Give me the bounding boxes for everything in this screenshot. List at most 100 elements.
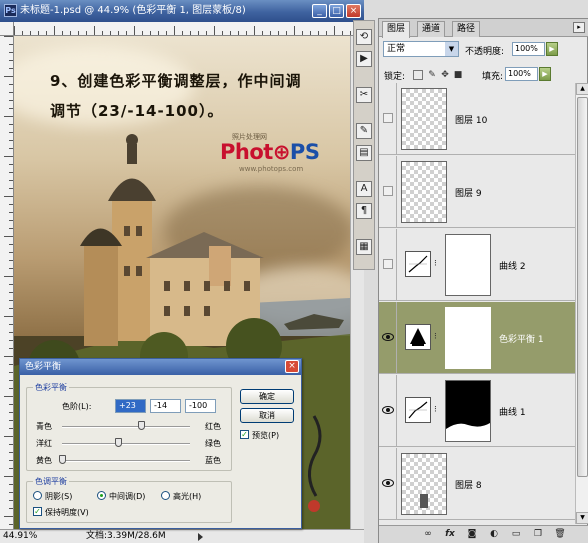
slider-track-magenta-green[interactable] [62,443,190,445]
visibility-toggle[interactable] [379,448,397,520]
lock-pixels-icon[interactable]: ✎ [427,70,437,80]
minimize-button[interactable]: _ [312,4,327,18]
preserve-luminosity-label[interactable]: 保持明度(V) [45,507,89,518]
lock-all-icon[interactable]: ■ [453,70,463,80]
levels-label: 色阶(L): [62,402,92,411]
opacity-input[interactable]: 100% [512,42,545,56]
character-icon[interactable]: A [356,181,372,197]
radio-highlights[interactable] [161,491,170,500]
visibility-toggle[interactable] [379,83,397,155]
level-input-magenta-green[interactable]: -14 [150,399,181,413]
cancel-button[interactable]: 取消 [240,408,294,423]
vertical-ruler[interactable] [0,36,14,529]
layer-comps-icon[interactable]: ▦ [356,239,372,255]
clone-source-icon[interactable]: ▤ [356,145,372,161]
horizontal-ruler[interactable] [14,22,364,36]
tutorial-step-text: 9、创建色彩平衡调整层，作中间调 调节（23/-14-100）。 [50,66,340,126]
slider-label-magenta: 洋红 [36,439,52,448]
radio-highlights-label[interactable]: 高光(H) [173,491,201,502]
add-mask-icon[interactable]: ◙ [465,528,479,541]
mask-link-icon[interactable]: ⁝ [434,258,440,270]
tab-layers[interactable]: 图层 [382,21,411,38]
visibility-toggle[interactable] [379,302,397,374]
adjustment-layer-icon[interactable]: ◐ [487,528,501,541]
scroll-up-icon[interactable]: ▲ [576,83,588,95]
visibility-toggle[interactable] [379,375,397,447]
lock-position-icon[interactable]: ✥ [440,70,450,80]
step-line-2: 调节（23/-14-100）。 [50,102,224,120]
mask-white-shape [446,423,490,441]
dialog-title-bar[interactable]: 色彩平衡 [20,359,301,375]
tab-paths[interactable]: 路径 [452,21,481,37]
slider-track-yellow-blue[interactable] [62,460,190,462]
delete-layer-icon[interactable]: 🗑 [553,528,567,541]
layer-row-selected[interactable]: ⁝ 色彩平衡 1 [379,302,575,374]
document-title-bar[interactable]: Ps 未标题-1.psd @ 44.9% (色彩平衡 1, 图层蒙板/8) [0,0,364,22]
radio-shadows-label[interactable]: 阴影(S) [45,491,72,502]
layer-mask-thumbnail[interactable] [445,234,491,296]
opacity-slider-arrow-icon[interactable]: ▶ [546,42,558,56]
layer-thumbnail [401,453,447,515]
slider-thumb-magenta-green[interactable] [115,438,122,447]
thumbnail-content [420,494,428,508]
layers-scrollbar[interactable]: ▲ ▼ [575,83,588,524]
watermark-logo: Phot⊕PS [220,140,320,164]
link-layers-icon[interactable]: ∞ [421,528,435,541]
ok-button[interactable]: 确定 [240,389,294,404]
maximize-button[interactable]: □ [329,4,344,18]
slider-thumb-cyan-red[interactable] [138,421,145,430]
status-menu-arrow-icon[interactable] [198,533,203,541]
fill-slider-arrow-icon[interactable]: ▶ [539,67,551,81]
zoom-level[interactable]: 44.91% [3,530,37,543]
level-input-yellow-blue[interactable]: -100 [185,399,216,413]
preserve-luminosity-checkbox[interactable]: ✓ [33,507,42,516]
level-input-cyan-red[interactable]: +23 [115,399,146,413]
tool-presets-icon[interactable]: ✂ [356,87,372,103]
close-button[interactable]: × [346,4,361,18]
tab-channels[interactable]: 通道 [417,21,446,37]
brushes-icon[interactable]: ✎ [356,123,372,139]
preview-label[interactable]: 预览(P) [252,430,279,441]
layer-style-icon[interactable]: fx [443,528,457,541]
layer-mask-thumbnail[interactable] [445,380,491,442]
tower-roof [108,178,156,201]
watermark-url: www.photops.com [239,165,304,173]
layer-name: 曲线 1 [499,408,526,418]
fill-input[interactable]: 100% [505,67,538,81]
layer-name: 曲线 2 [499,262,526,272]
lock-transparency-icon[interactable] [413,70,423,80]
color-balance-adjustment-icon [405,324,431,350]
layer-row[interactable]: 图层 10 [379,83,575,155]
scroll-thumb[interactable] [577,97,588,477]
mask-link-icon[interactable]: ⁝ [434,331,440,343]
panel-menu-icon[interactable]: ▸ [573,22,585,33]
radio-midtones[interactable] [97,491,106,500]
blend-mode-value: 正常 [387,44,406,54]
palette-well: ⟲ ▶ ✂ ✎ ▤ A ¶ ▦ [353,20,375,270]
layer-row[interactable]: 图层 8 [379,448,575,520]
slider-track-cyan-red[interactable] [62,426,190,428]
ruler-origin[interactable] [0,22,14,36]
visibility-toggle[interactable] [379,229,397,301]
radio-shadows[interactable] [33,491,42,500]
slider-thumb-yellow-blue[interactable] [59,455,66,464]
layer-row[interactable]: ⁝ 曲线 1 [379,375,575,447]
layer-name: 图层 10 [455,116,488,126]
radio-midtones-label[interactable]: 中间调(D) [109,491,145,502]
actions-icon[interactable]: ▶ [356,51,372,67]
layer-mask-thumbnail[interactable] [445,307,491,369]
layer-row[interactable]: 图层 9 [379,156,575,228]
layer-row[interactable]: ⁝ 曲线 2 [379,229,575,301]
paragraph-icon[interactable]: ¶ [356,203,372,219]
scroll-down-icon[interactable]: ▼ [576,512,588,524]
blend-mode-select[interactable]: 正常 ▼ [383,41,459,57]
new-group-icon[interactable]: ▭ [509,528,523,541]
new-layer-icon[interactable]: ❐ [531,528,545,541]
dialog-close-button[interactable]: × [285,360,299,373]
layer-thumbnail [401,88,447,150]
opacity-label: 不透明度: [465,47,505,57]
visibility-toggle[interactable] [379,156,397,228]
mask-link-icon[interactable]: ⁝ [434,404,440,416]
history-icon[interactable]: ⟲ [356,29,372,45]
preview-checkbox[interactable]: ✓ [240,430,249,439]
